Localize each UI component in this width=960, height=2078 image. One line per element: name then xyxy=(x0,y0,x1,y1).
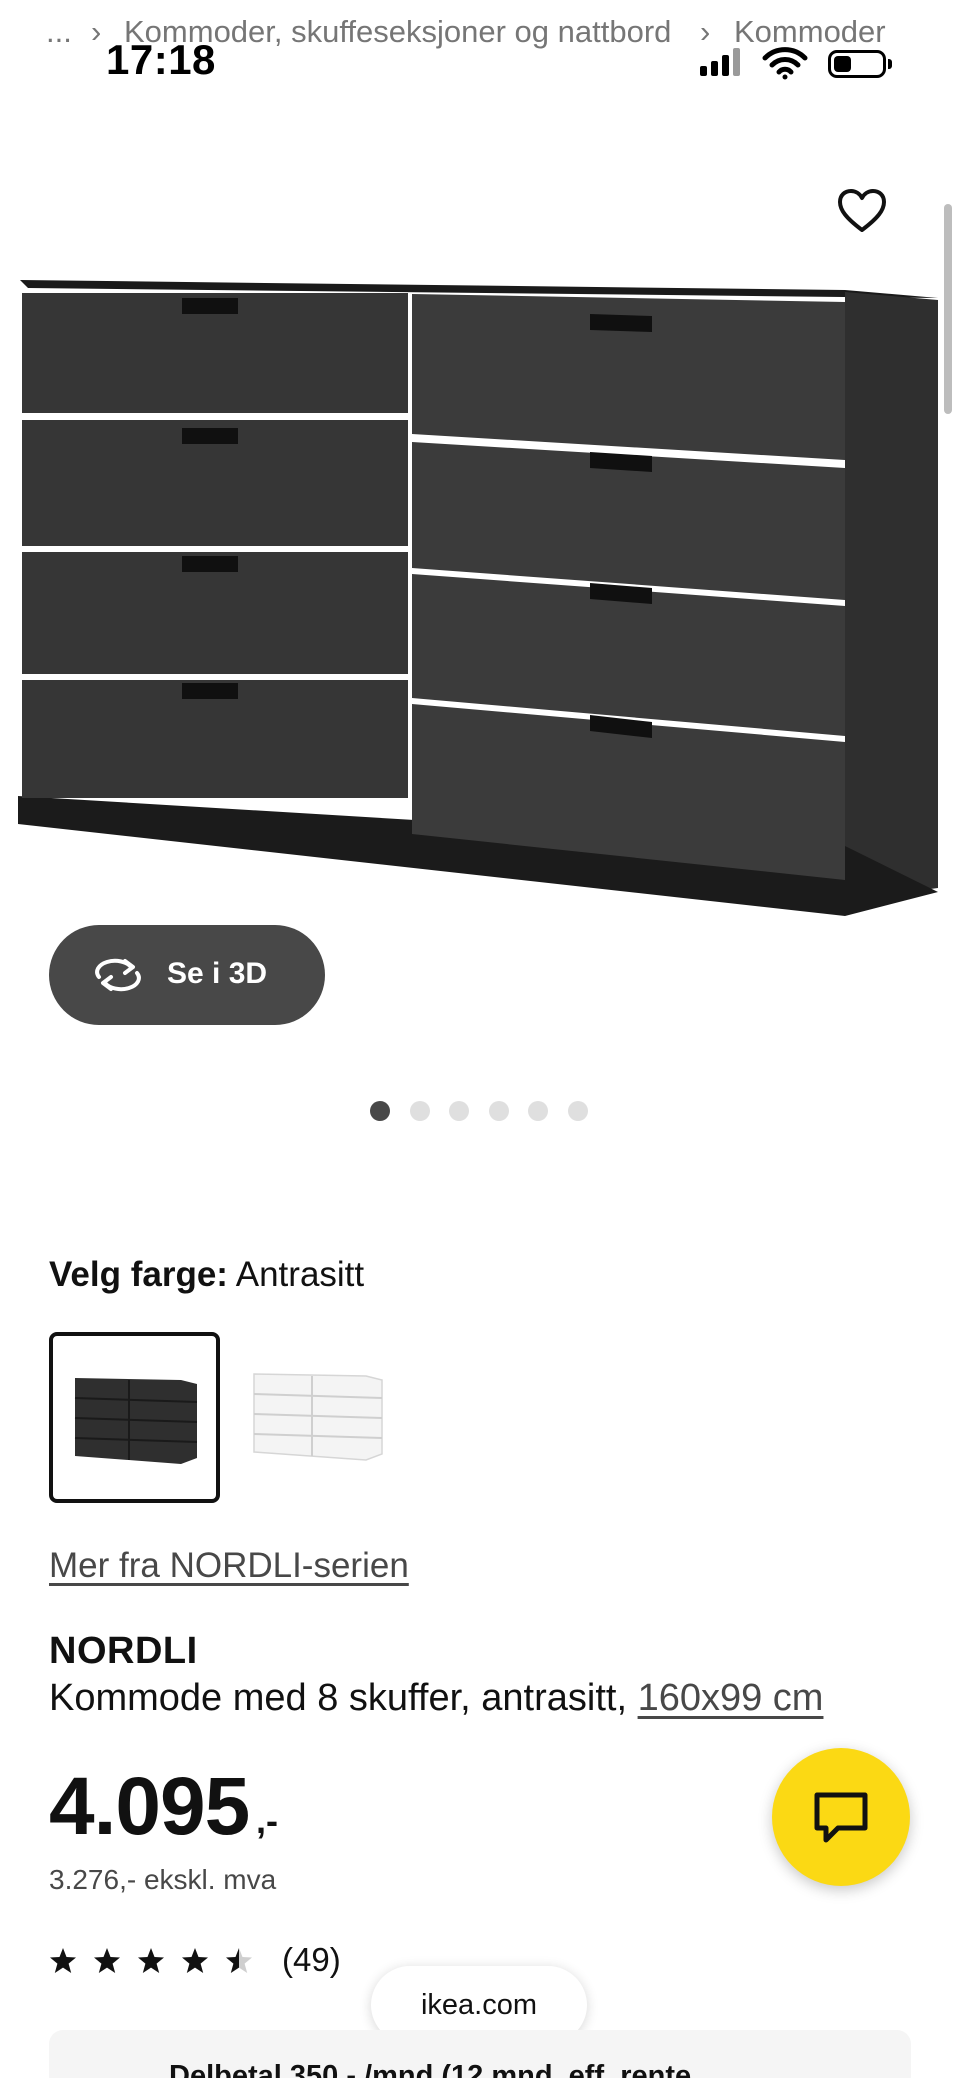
status-icons xyxy=(696,44,896,84)
selected-color-name: Antrasitt xyxy=(235,1255,365,1294)
star-icon xyxy=(182,1948,208,1973)
signal-icon xyxy=(722,55,729,76)
pagination-dot[interactable] xyxy=(410,1101,430,1121)
financing-text: Delbetal 350,- /mnd (12 mnd, eff. rente xyxy=(169,2060,692,2078)
product-size-link[interactable]: 160x99 cm xyxy=(638,1677,824,1719)
rotate-3d-icon xyxy=(95,958,141,992)
financing-box[interactable]: Delbetal 350,- /mnd (12 mnd, eff. rente xyxy=(49,2030,911,2078)
price-excl-vat: 3.276,- ekskl. mva xyxy=(49,1864,277,1895)
heart-icon[interactable] xyxy=(836,186,888,238)
color-option-antrasitt[interactable] xyxy=(49,1332,220,1503)
color-label: Velg farge: Antrasitt xyxy=(49,1255,364,1295)
price-suffix: ,- xyxy=(256,1800,278,1841)
signal-icon xyxy=(711,61,718,76)
chat-icon xyxy=(814,1792,868,1843)
signal-icon xyxy=(700,66,707,76)
signal-icon xyxy=(733,48,740,76)
rating-stars[interactable] xyxy=(49,1943,269,1979)
star-icon xyxy=(50,1948,76,1973)
page-scrollbar[interactable] xyxy=(944,204,952,414)
product-image[interactable] xyxy=(0,180,960,940)
color-label-prefix: Velg farge: xyxy=(49,1255,228,1294)
status-time: 17:18 xyxy=(106,36,216,83)
pagination-dot[interactable] xyxy=(489,1101,509,1121)
star-icon xyxy=(94,1948,120,1973)
chevron-right-icon: › xyxy=(91,14,102,49)
star-icon xyxy=(138,1948,164,1973)
half-star-icon xyxy=(226,1948,252,1973)
image-pagination xyxy=(370,1101,590,1125)
chat-button[interactable] xyxy=(772,1748,910,1886)
view-in-3d-button[interactable]: Se i 3D xyxy=(49,925,325,1025)
swatch-image-antrasitt xyxy=(74,1378,198,1464)
pagination-dot[interactable] xyxy=(449,1101,469,1121)
product-description-text: Kommode med 8 skuffer, antrasitt, xyxy=(49,1677,628,1719)
color-option-hvit[interactable] xyxy=(232,1332,403,1503)
series-link[interactable]: Mer fra NORDLI-serien xyxy=(49,1546,409,1586)
pagination-dot[interactable] xyxy=(528,1101,548,1121)
view-in-3d-label: Se i 3D xyxy=(167,957,268,990)
wifi-icon xyxy=(762,47,808,80)
rating-count[interactable]: (49) xyxy=(282,1941,341,1979)
product-description: Kommode med 8 skuffer, antrasitt, 160x99… xyxy=(49,1677,823,1720)
pagination-dot[interactable] xyxy=(370,1101,390,1121)
pagination-dot[interactable] xyxy=(568,1101,588,1121)
price-amount: 4.095 xyxy=(49,1761,250,1852)
product-brand: NORDLI xyxy=(49,1630,198,1672)
battery-icon xyxy=(828,50,886,78)
battery-cap xyxy=(888,59,892,69)
swatch-image-hvit xyxy=(253,1373,383,1461)
breadcrumb-ellipsis[interactable]: ... xyxy=(46,14,72,50)
